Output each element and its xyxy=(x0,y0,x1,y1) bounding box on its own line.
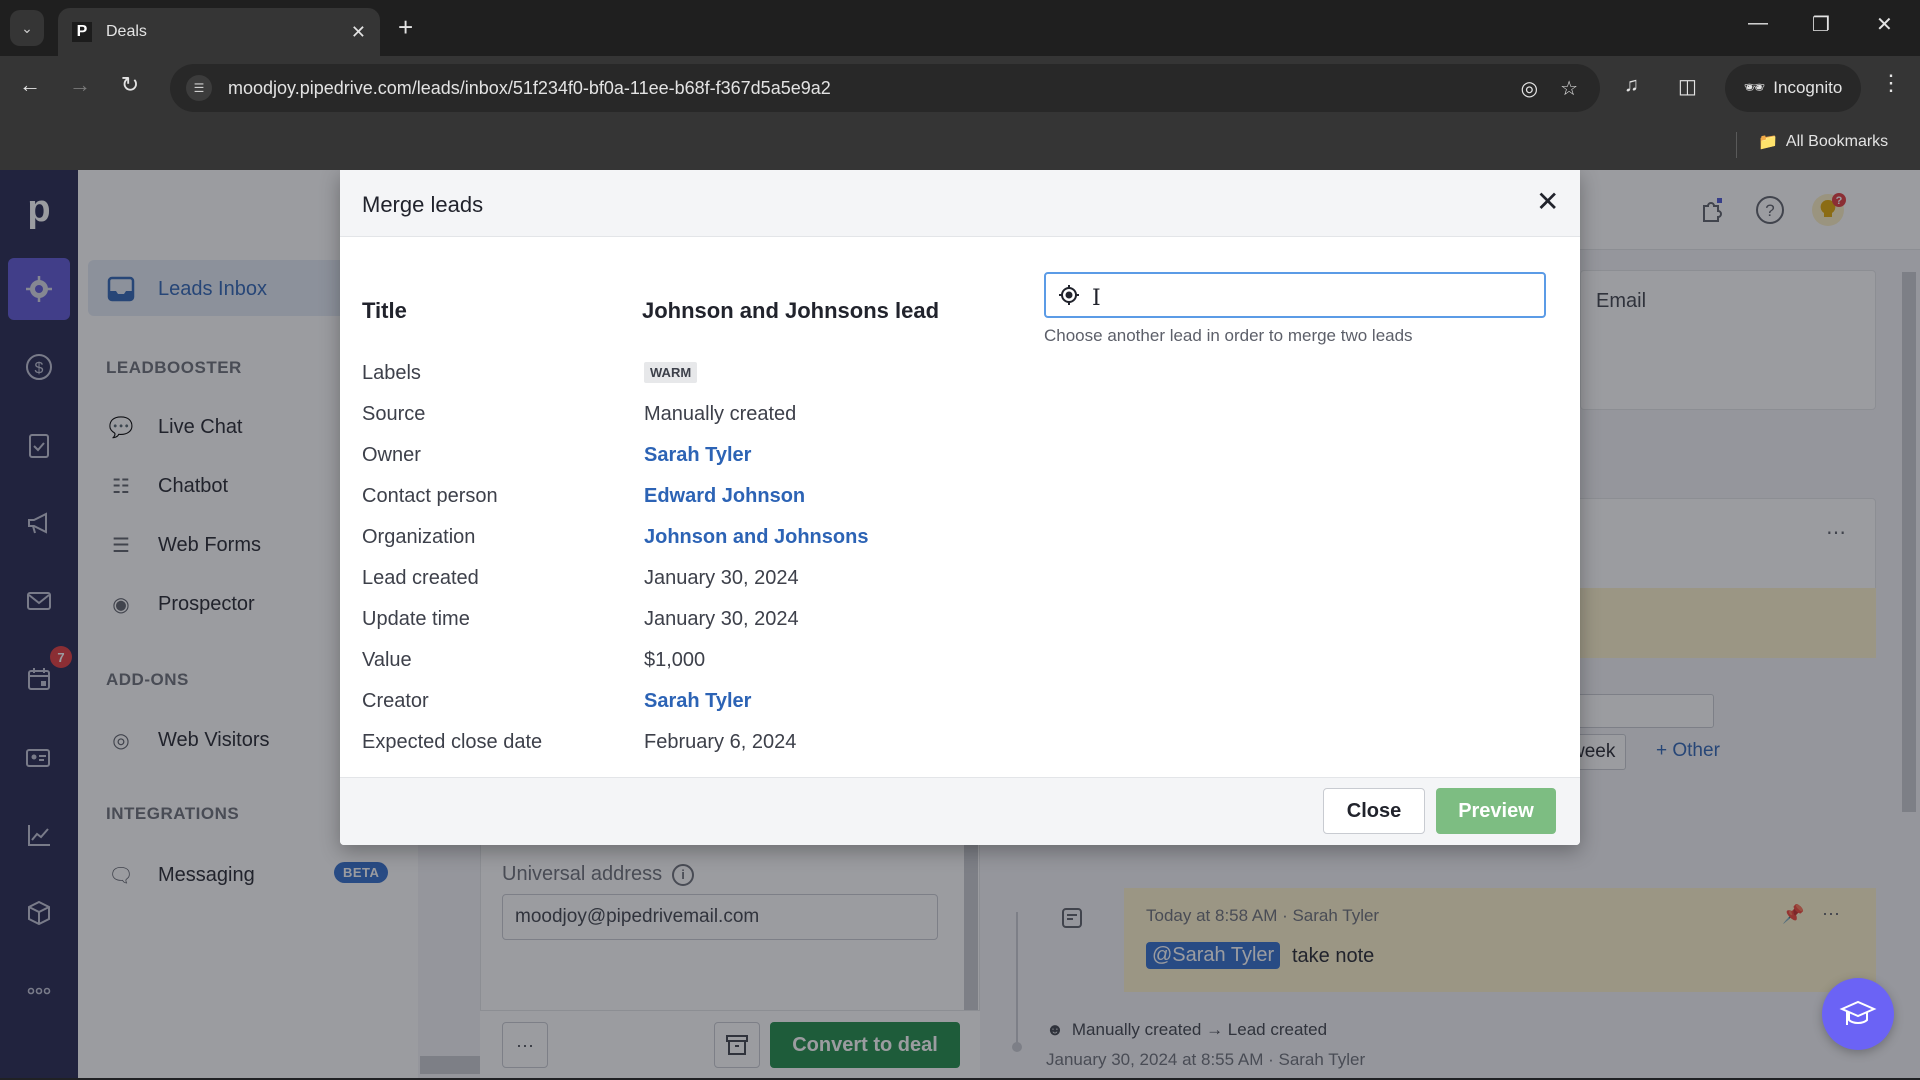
url-text[interactable]: moodjoy.pipedrive.com/leads/inbox/51f234… xyxy=(228,78,1521,99)
all-bookmarks-button[interactable]: 📁 All Bookmarks xyxy=(1758,132,1888,152)
creator-label: Creator xyxy=(362,690,429,712)
contact-person-link[interactable]: Edward Johnson xyxy=(644,485,805,508)
title-value: Johnson and Johnsons lead xyxy=(642,298,940,323)
browser-tab[interactable]: P Deals ✕ xyxy=(58,8,380,56)
tab-title: Deals xyxy=(106,23,147,40)
bookmarks-divider xyxy=(1736,132,1737,158)
graduation-cap-icon xyxy=(1839,1000,1877,1025)
incognito-badge[interactable]: 🕶 Incognito xyxy=(1725,64,1861,112)
browser-toolbar: ← → ↻ ☰ moodjoy.pipedrive.com/leads/inbo… xyxy=(0,56,1920,120)
lead-created-value: January 30, 2024 xyxy=(644,567,799,589)
owner-link[interactable]: Sarah Tyler xyxy=(644,444,751,467)
merge-leads-modal: Merge leads ✕ Title Johnson and Johnsons… xyxy=(340,170,1580,845)
close-icon[interactable]: ✕ xyxy=(1536,188,1559,216)
update-time-value: January 30, 2024 xyxy=(644,608,799,630)
source-label: Source xyxy=(362,403,426,425)
minimize-icon[interactable]: — xyxy=(1748,12,1768,35)
bookmarks-bar: 📁 All Bookmarks xyxy=(0,120,1920,170)
merge-lead-search-input[interactable] xyxy=(1090,284,1544,306)
site-settings-icon[interactable]: ☰ xyxy=(186,75,212,101)
contact-person-label: Contact person xyxy=(362,485,498,507)
merge-lead-search[interactable] xyxy=(1044,272,1546,318)
target-icon xyxy=(1059,285,1079,305)
back-icon[interactable]: ← xyxy=(14,72,46,98)
folder-icon: 📁 xyxy=(1758,134,1778,151)
organization-label: Organization xyxy=(362,526,476,548)
merge-hint: Choose another lead in order to merge tw… xyxy=(1044,326,1413,345)
tab-close-icon[interactable]: ✕ xyxy=(351,22,366,43)
reload-icon[interactable]: ↻ xyxy=(114,72,146,98)
star-icon[interactable]: ☆ xyxy=(1560,76,1578,101)
browser-tabstrip: ⌄ P Deals ✕ + — ❐ ✕ xyxy=(0,0,1920,56)
modal-title: Merge leads xyxy=(362,192,484,217)
forward-icon[interactable]: → xyxy=(64,72,96,98)
side-panel-icon[interactable]: ◫ xyxy=(1678,74,1697,99)
new-tab-button[interactable]: + xyxy=(398,12,413,42)
expected-close-date-value: February 6, 2024 xyxy=(644,731,797,753)
close-button[interactable]: Close xyxy=(1323,788,1425,834)
all-bookmarks-label: All Bookmarks xyxy=(1785,133,1889,150)
expected-close-date-label: Expected close date xyxy=(362,731,543,753)
value-label: Value xyxy=(362,649,412,671)
update-time-label: Update time xyxy=(362,608,470,630)
text-cursor-icon: I xyxy=(1092,286,1101,311)
media-control-icon[interactable]: ♫ xyxy=(1624,74,1639,97)
eye-off-icon[interactable]: ◎ xyxy=(1521,76,1538,101)
browser-menu-icon[interactable]: ⋮ xyxy=(1880,70,1902,96)
preview-button[interactable]: Preview xyxy=(1436,788,1556,834)
address-bar[interactable]: ☰ moodjoy.pipedrive.com/leads/inbox/51f2… xyxy=(170,64,1600,112)
tab-search-button[interactable]: ⌄ xyxy=(10,10,44,46)
lead-created-label: Lead created xyxy=(362,567,479,589)
academy-help-button[interactable] xyxy=(1822,978,1894,1050)
incognito-icon: 🕶 xyxy=(1743,78,1766,97)
pipedrive-favicon-icon: P xyxy=(72,22,92,42)
source-value: Manually created xyxy=(644,403,797,425)
modal-header: Merge leads ✕ xyxy=(340,170,1580,237)
incognito-label: Incognito xyxy=(1773,78,1843,97)
title-label: Title xyxy=(362,298,407,323)
labels-label: Labels xyxy=(362,362,421,384)
chevron-down-icon: ⌄ xyxy=(21,19,33,36)
organization-link[interactable]: Johnson and Johnsons xyxy=(644,526,868,549)
pipedrive-app: p $ 7 ≡ xyxy=(0,170,1920,1078)
owner-label: Owner xyxy=(362,444,421,466)
label-chip-warm: WARM xyxy=(644,362,698,383)
value-amount: $1,000 xyxy=(644,649,706,671)
restore-icon[interactable]: ❐ xyxy=(1812,12,1830,37)
creator-link[interactable]: Sarah Tyler xyxy=(644,690,751,713)
window-close-icon[interactable]: ✕ xyxy=(1876,12,1893,37)
